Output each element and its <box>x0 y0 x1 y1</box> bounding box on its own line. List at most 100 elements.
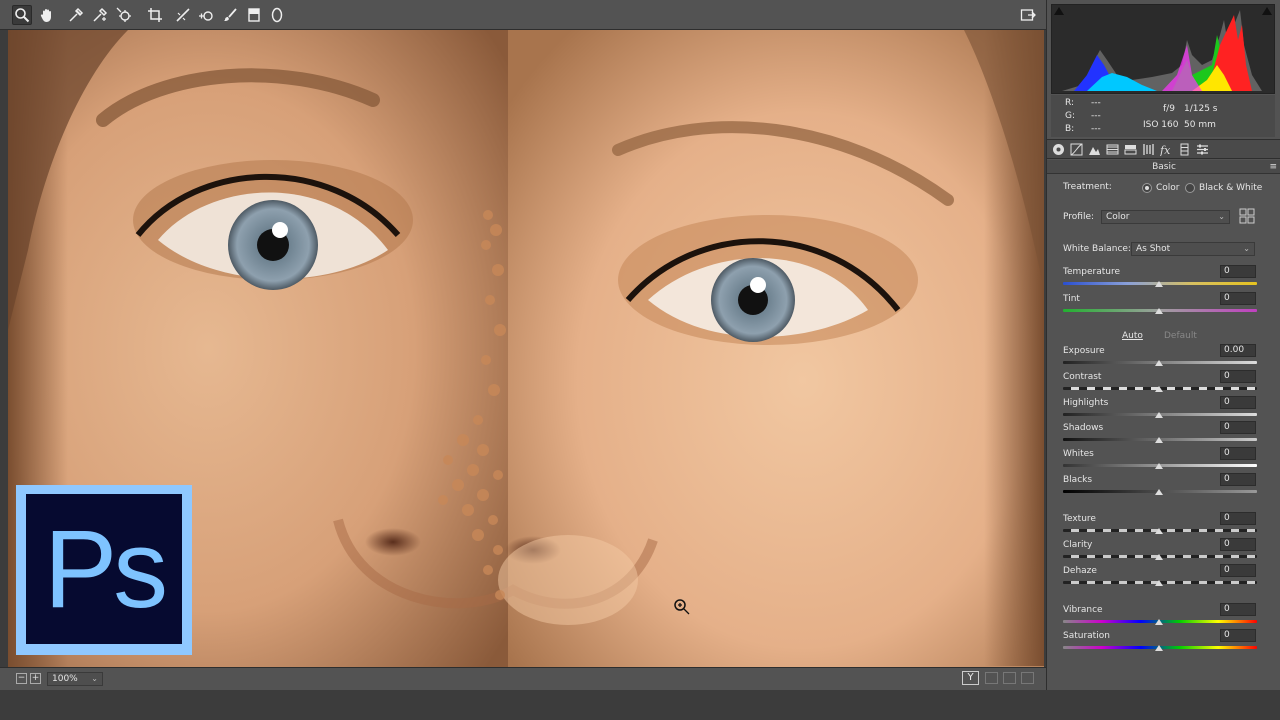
exposure-value[interactable]: 0.00 <box>1220 344 1256 357</box>
contrast-label: Contrast <box>1063 372 1102 382</box>
camera-info: R: --- G: --- B: --- f/9 1/125 s ISO 160… <box>1051 95 1275 137</box>
texture-value[interactable]: 0 <box>1220 512 1256 525</box>
lens-tab-icon[interactable] <box>1141 142 1156 157</box>
whites-thumb[interactable] <box>1155 463 1163 469</box>
auto-button[interactable]: Auto <box>1122 331 1143 341</box>
exposure-thumb[interactable] <box>1155 360 1163 366</box>
profile-value: Color <box>1106 212 1130 222</box>
shadows-thumb[interactable] <box>1155 437 1163 443</box>
clarity-thumb[interactable] <box>1155 554 1163 560</box>
vibrance-value[interactable]: 0 <box>1220 603 1256 616</box>
saturation-thumb[interactable] <box>1155 645 1163 651</box>
highlight-clipping-icon[interactable] <box>1262 7 1272 15</box>
logo-text: Ps <box>43 507 168 631</box>
default-button[interactable]: Default <box>1164 331 1197 341</box>
white-balance-value: As Shot <box>1136 244 1171 254</box>
adjustment-brush-icon[interactable] <box>220 5 240 25</box>
highlights-thumb[interactable] <box>1155 412 1163 418</box>
hand-icon[interactable] <box>37 5 57 25</box>
crop-icon[interactable] <box>145 5 165 25</box>
graduated-filter-icon[interactable] <box>244 5 264 25</box>
dehaze-label: Dehaze <box>1063 566 1097 576</box>
blacks-thumb[interactable] <box>1155 489 1163 495</box>
highlights-value[interactable]: 0 <box>1220 396 1256 409</box>
r-label: R: <box>1065 98 1075 108</box>
status-area <box>0 690 1280 720</box>
camera-raw-window: Ps − + 100% ⌄ Y R: --- G: --- B: --- f/9… <box>0 0 1280 720</box>
toolbar <box>0 0 1046 30</box>
tint-value[interactable]: 0 <box>1220 292 1256 305</box>
whites-label: Whites <box>1063 449 1094 459</box>
before-after-view-button[interactable]: Y <box>962 671 979 685</box>
copy-settings-icon[interactable] <box>1003 672 1016 684</box>
tint-thumb[interactable] <box>1155 308 1163 314</box>
dehaze-thumb[interactable] <box>1155 580 1163 586</box>
toggle-settings-icon[interactable] <box>1021 672 1034 684</box>
spot-removal-icon[interactable] <box>196 5 216 25</box>
treatment-bw-radio[interactable] <box>1185 183 1195 193</box>
dehaze-value[interactable]: 0 <box>1220 564 1256 577</box>
zoom-in-icon[interactable]: + <box>30 673 41 684</box>
temperature-thumb[interactable] <box>1155 281 1163 287</box>
bottom-bar: − + 100% ⌄ Y <box>0 667 1046 690</box>
zoom-icon[interactable] <box>12 5 32 25</box>
temperature-value[interactable]: 0 <box>1220 265 1256 278</box>
profile-browser-icon[interactable] <box>1239 208 1255 224</box>
tone-curve-tab-icon[interactable] <box>1069 142 1084 157</box>
iso-value: ISO 160 <box>1143 120 1179 130</box>
basic-section-header: Basic ≡ <box>1047 160 1280 174</box>
b-value: --- <box>1091 124 1101 134</box>
vibrance-thumb[interactable] <box>1155 619 1163 625</box>
white-balance-icon[interactable] <box>66 5 86 25</box>
treatment-color-radio[interactable] <box>1142 183 1152 193</box>
histogram <box>1051 4 1275 94</box>
calibration-tab-icon[interactable] <box>1177 142 1192 157</box>
detail-tab-icon[interactable] <box>1087 142 1102 157</box>
texture-thumb[interactable] <box>1155 528 1163 534</box>
panel-menu-icon[interactable]: ≡ <box>1269 160 1277 174</box>
whites-value[interactable]: 0 <box>1220 447 1256 460</box>
radial-filter-icon[interactable] <box>267 5 287 25</box>
hsl-tab-icon[interactable] <box>1105 142 1120 157</box>
profile-label: Profile: <box>1063 212 1095 222</box>
zoom-level-value: 100% <box>52 674 78 684</box>
contrast-thumb[interactable] <box>1155 386 1163 392</box>
split-toning-tab-icon[interactable] <box>1123 142 1138 157</box>
blacks-value[interactable]: 0 <box>1220 473 1256 486</box>
exposure-label: Exposure <box>1063 346 1105 356</box>
treatment-bw-label: Black & White <box>1199 183 1263 193</box>
shutter-value: 1/125 s <box>1184 104 1218 114</box>
texture-label: Texture <box>1063 514 1096 524</box>
swap-before-after-icon[interactable] <box>985 672 998 684</box>
effects-tab-icon[interactable]: fx <box>1159 142 1174 157</box>
straighten-icon[interactable] <box>173 5 193 25</box>
shadow-clipping-icon[interactable] <box>1054 7 1064 15</box>
highlights-label: Highlights <box>1063 398 1109 408</box>
temperature-label: Temperature <box>1063 267 1121 277</box>
targeted-adjustment-icon[interactable] <box>114 5 134 25</box>
fullscreen-toggle-icon[interactable] <box>1018 5 1038 25</box>
white-balance-select[interactable]: As Shot ⌄ <box>1131 242 1255 256</box>
white-balance-label: White Balance: <box>1063 244 1131 254</box>
saturation-value[interactable]: 0 <box>1220 629 1256 642</box>
presets-tab-icon[interactable] <box>1195 142 1210 157</box>
tint-label: Tint <box>1063 294 1080 304</box>
blacks-label: Blacks <box>1063 475 1093 485</box>
clarity-value[interactable]: 0 <box>1220 538 1256 551</box>
histogram-graph <box>1062 10 1262 91</box>
color-sampler-icon[interactable] <box>90 5 110 25</box>
basic-tab-icon[interactable] <box>1051 142 1066 157</box>
shadows-value[interactable]: 0 <box>1220 421 1256 434</box>
vibrance-label: Vibrance <box>1063 605 1103 615</box>
b-label: B: <box>1065 124 1075 134</box>
zoom-out-icon[interactable]: − <box>16 673 27 684</box>
zoom-level-select[interactable]: 100% ⌄ <box>47 672 103 686</box>
aperture-value: f/9 <box>1163 104 1175 114</box>
contrast-value[interactable]: 0 <box>1220 370 1256 383</box>
treatment-color-label: Color <box>1156 183 1180 193</box>
before-after-label: Y <box>967 672 974 683</box>
panel-tabs: fx <box>1047 139 1280 159</box>
shadows-label: Shadows <box>1063 423 1104 433</box>
g-value: --- <box>1091 111 1101 121</box>
profile-select[interactable]: Color ⌄ <box>1101 210 1230 224</box>
